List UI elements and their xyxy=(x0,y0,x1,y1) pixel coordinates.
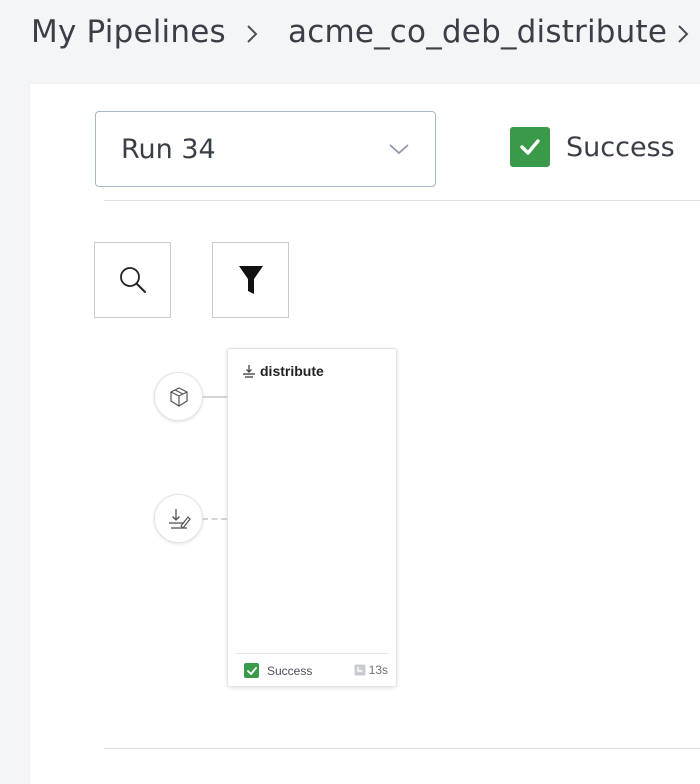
package-icon xyxy=(169,386,188,407)
run-selector-dropdown[interactable]: Run 34 xyxy=(95,111,436,187)
run-selector-value: Run 34 xyxy=(121,134,216,165)
graph-connector xyxy=(202,396,227,398)
filter-button[interactable] xyxy=(212,242,289,318)
search-button[interactable] xyxy=(94,242,171,318)
clock-icon xyxy=(354,664,366,676)
step-duration-value: 13s xyxy=(368,663,388,677)
graph-connector-dashed xyxy=(202,518,227,520)
chevron-down-icon xyxy=(388,142,410,161)
divider xyxy=(104,200,700,201)
step-footer: Success 13s xyxy=(236,653,388,686)
chevron-right-icon xyxy=(676,22,690,46)
distribute-icon xyxy=(168,508,191,529)
step-status-label: Success xyxy=(267,664,313,678)
run-status: Success xyxy=(510,127,675,167)
input-node-distribute[interactable] xyxy=(154,494,203,543)
step-title: distribute xyxy=(242,363,324,379)
check-icon xyxy=(510,127,550,167)
step-duration: 13s xyxy=(354,663,388,677)
chevron-right-icon xyxy=(245,22,259,46)
search-icon xyxy=(119,267,146,293)
breadcrumb-pipeline-name[interactable]: acme_co_deb_distribute xyxy=(288,14,667,50)
distribute-icon xyxy=(243,365,255,378)
divider xyxy=(104,748,700,749)
breadcrumb: My Pipelines acme_co_deb_distribute xyxy=(0,0,700,84)
step-card-distribute[interactable]: distribute Success 13s xyxy=(227,348,397,687)
step-name: distribute xyxy=(260,363,324,379)
breadcrumb-my-pipelines[interactable]: My Pipelines xyxy=(31,14,226,50)
run-status-label: Success xyxy=(566,131,675,163)
pipeline-run-panel: Run 34 Success distribute Success 13s xyxy=(30,84,700,784)
input-node-package[interactable] xyxy=(154,372,203,421)
filter-icon xyxy=(238,266,263,294)
check-icon xyxy=(244,663,259,678)
